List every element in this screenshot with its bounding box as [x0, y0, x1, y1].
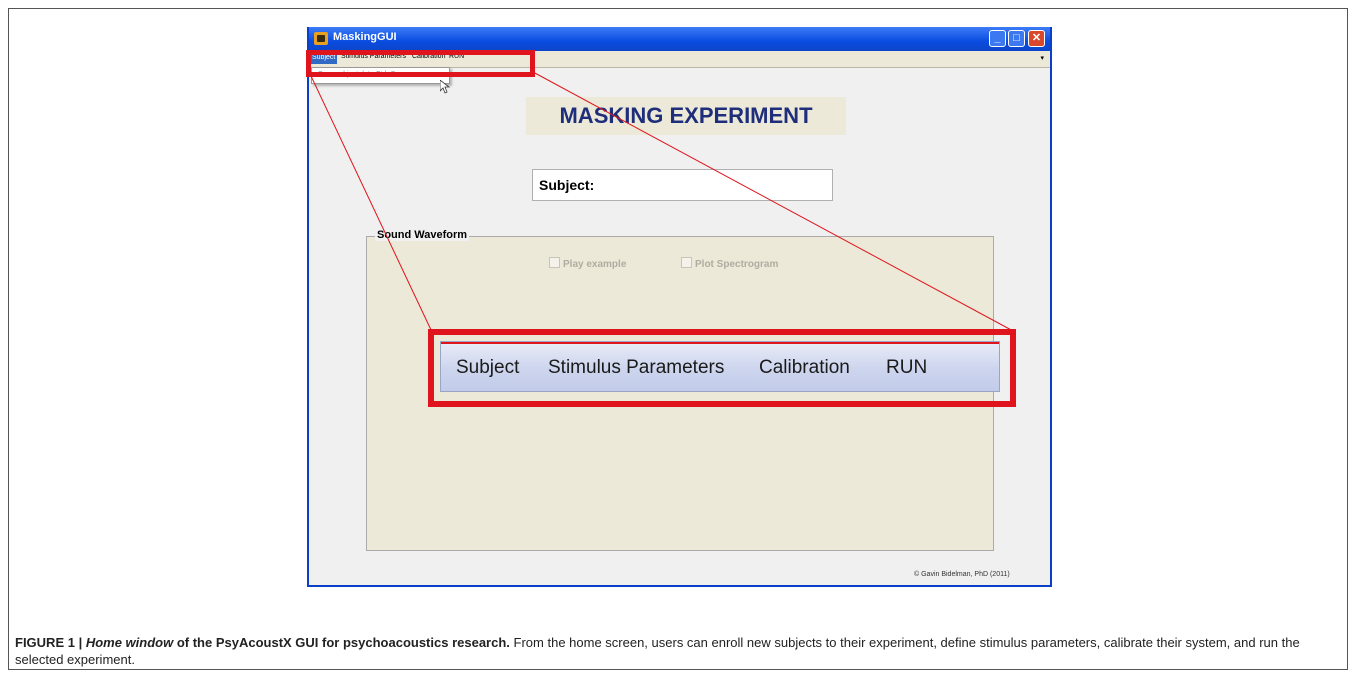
zoom-menu-subject: Subject — [456, 357, 520, 378]
caption-label: FIGURE 1 | — [15, 635, 83, 650]
experiment-heading: MASKING EXPERIMENT — [526, 97, 846, 135]
close-button[interactable]: ✕ — [1028, 30, 1045, 47]
title-bar[interactable]: MaskingGUI _ □ ✕ — [309, 27, 1050, 51]
caption-title: of the PsyAcoustX GUI for psychoacoustic… — [176, 635, 510, 650]
figure-caption: FIGURE 1 | Home window of the PsyAcoustX… — [15, 634, 1335, 668]
subject-field[interactable]: Subject: — [532, 169, 833, 201]
mouse-cursor-icon — [440, 80, 450, 94]
plot-spectrogram-checkbox[interactable]: Plot Spectrogram — [681, 257, 778, 270]
minimize-button[interactable]: _ — [989, 30, 1006, 47]
menu-overflow-icon[interactable]: ▾ — [1040, 54, 1044, 62]
checkbox-icon — [681, 257, 692, 268]
checkbox-icon — [549, 257, 560, 268]
plot-spectrogram-label: Plot Spectrogram — [695, 259, 779, 270]
zoom-menu-calibration: Calibration — [759, 357, 850, 378]
subject-label: Subject: — [539, 177, 595, 193]
app-window: MaskingGUI _ □ ✕ Subject Stimulus Parame… — [307, 27, 1052, 587]
menu-highlight-box — [306, 50, 535, 77]
play-example-checkbox[interactable]: Play example — [549, 257, 626, 270]
copyright-text: © Gavin Bidelman, PhD (2011) — [914, 571, 1010, 578]
zoom-menu-run: RUN — [886, 357, 928, 378]
maximize-button[interactable]: □ — [1008, 30, 1025, 47]
zoom-menu-stimulus-parameters: Stimulus Parameters — [548, 357, 725, 378]
caption-title-italic: Home window — [85, 635, 174, 650]
matlab-icon — [314, 32, 328, 45]
sound-waveform-title: Sound Waveform — [375, 229, 470, 241]
zoomed-menu-bar: Subject Stimulus Parameters Calibration … — [440, 341, 1000, 392]
window-title: MaskingGUI — [333, 31, 397, 43]
play-example-label: Play example — [563, 259, 627, 270]
